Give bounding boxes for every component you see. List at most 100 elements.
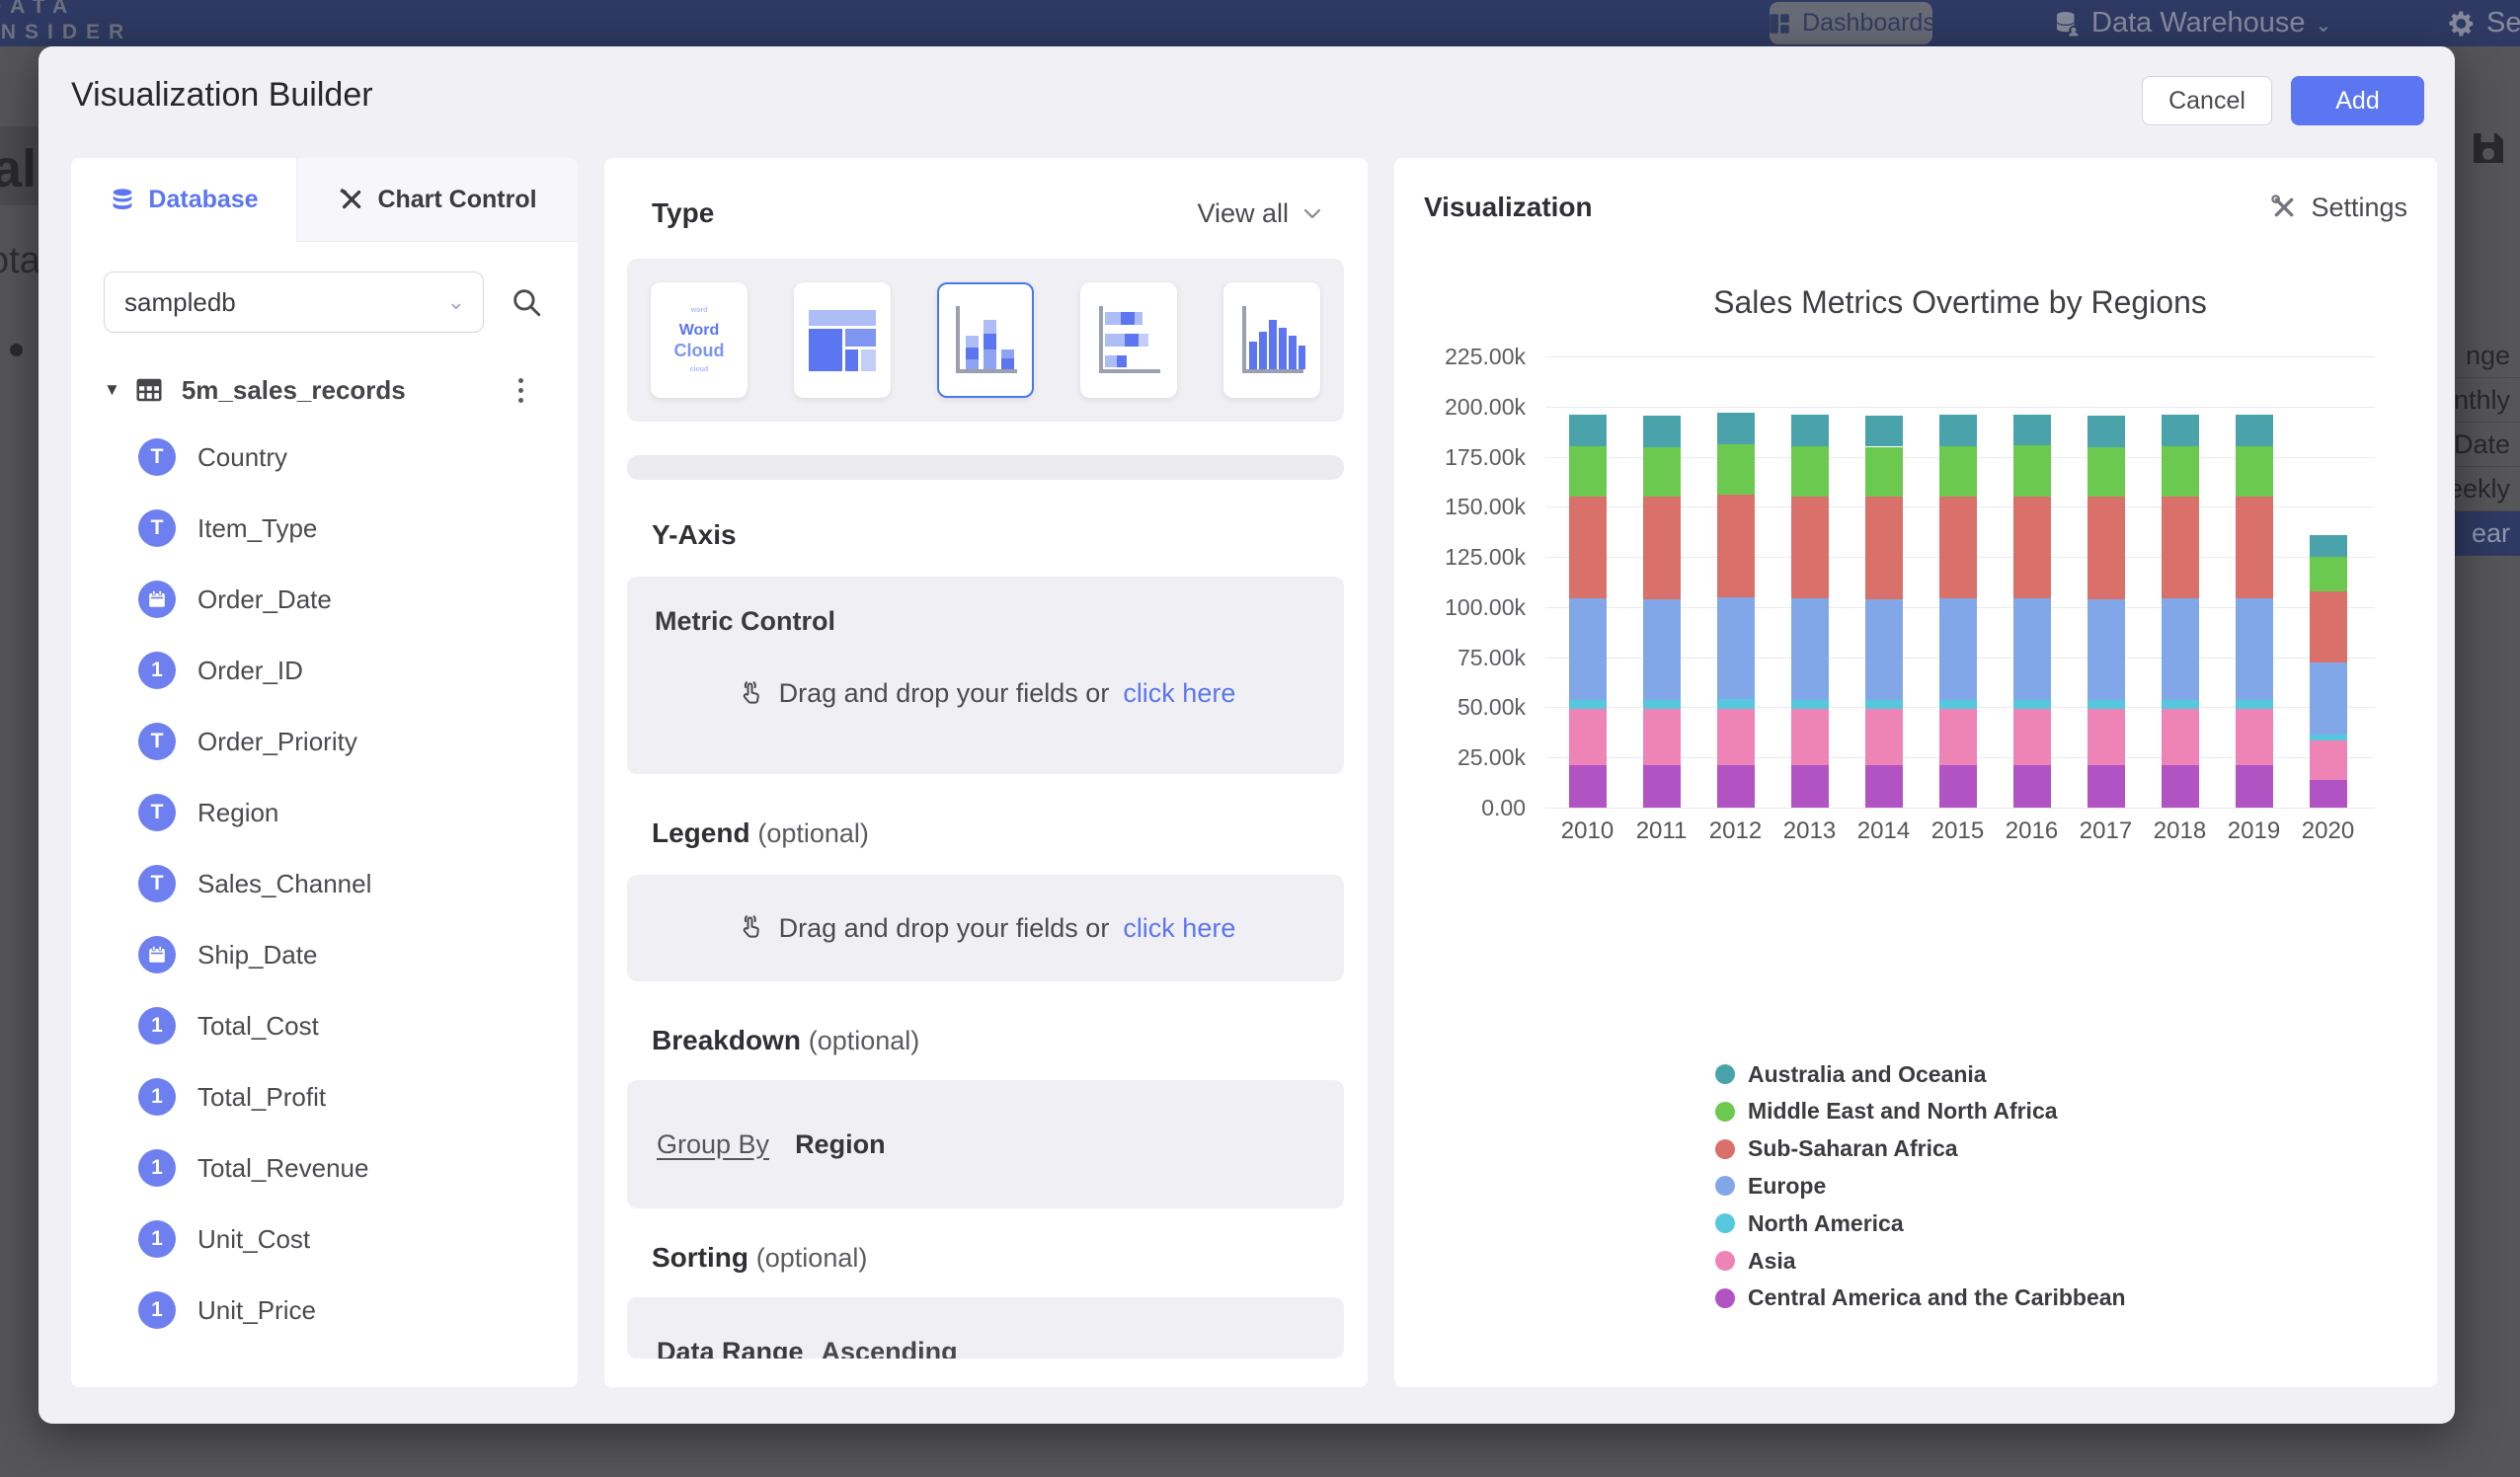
chart-type-card-column[interactable]: [1223, 282, 1320, 398]
bar-segment-2012[interactable]: [1717, 413, 1755, 444]
bar-segment-2014[interactable]: [1865, 765, 1903, 808]
bar-segment-2013[interactable]: [1791, 709, 1829, 765]
tab-chart-control[interactable]: Chart Control: [296, 158, 578, 242]
bar-segment-2015[interactable]: [1939, 446, 1977, 497]
field-row-total_profit[interactable]: 1Total_Profit: [71, 1061, 578, 1132]
bar-segment-2017[interactable]: [2087, 447, 2125, 498]
bar-segment-2011[interactable]: [1643, 416, 1681, 446]
bar-segment-2016[interactable]: [2013, 445, 2051, 496]
field-row-unit_price[interactable]: 1Unit_Price: [71, 1275, 578, 1346]
breakdown-dropzone[interactable]: Group By Region: [627, 1080, 1344, 1208]
bar-segment-2017[interactable]: [2087, 700, 2125, 709]
bar-segment-2019[interactable]: [2236, 497, 2273, 598]
bar-segment-2016[interactable]: [2013, 765, 2051, 808]
bar-segment-2020[interactable]: [2310, 662, 2347, 735]
add-button[interactable]: Add: [2291, 76, 2424, 125]
bar-segment-2018[interactable]: [2162, 700, 2199, 709]
bar-segment-2014[interactable]: [1865, 709, 1903, 765]
bar-segment-2011[interactable]: [1643, 599, 1681, 700]
bar-segment-2018[interactable]: [2162, 765, 2199, 808]
field-row-region[interactable]: TRegion: [71, 777, 578, 848]
bar-segment-2020[interactable]: [2310, 557, 2347, 591]
bar-segment-2018[interactable]: [2162, 598, 2199, 699]
bar-segment-2018[interactable]: [2162, 415, 2199, 446]
bar-segment-2010[interactable]: [1569, 598, 1607, 699]
bar-segment-2011[interactable]: [1643, 709, 1681, 765]
legend-item[interactable]: North America: [1715, 1210, 1904, 1236]
legend-item[interactable]: Asia: [1715, 1248, 1796, 1274]
bar-segment-2018[interactable]: [2162, 446, 2199, 497]
bar-segment-2013[interactable]: [1791, 415, 1829, 446]
bar-segment-2017[interactable]: [2087, 709, 2125, 765]
type-scrollbar-track[interactable]: [627, 455, 1344, 480]
bar-segment-2016[interactable]: [2013, 497, 2051, 599]
database-select[interactable]: sampledb ⌄: [104, 272, 484, 333]
bar-segment-2011[interactable]: [1643, 447, 1681, 498]
bar-segment-2010[interactable]: [1569, 446, 1607, 497]
bar-segment-2012[interactable]: [1717, 709, 1755, 766]
bar-segment-2014[interactable]: [1865, 416, 1903, 447]
bar-segment-2012[interactable]: [1717, 765, 1755, 808]
click-here-link[interactable]: click here: [1123, 678, 1235, 709]
bar-segment-2016[interactable]: [2013, 709, 2051, 765]
bar-segment-2020[interactable]: [2310, 740, 2347, 780]
bar-segment-2018[interactable]: [2162, 709, 2199, 765]
bar-segment-2015[interactable]: [1939, 415, 1977, 446]
field-row-item_type[interactable]: TItem_Type: [71, 493, 578, 564]
bar-segment-2010[interactable]: [1569, 765, 1607, 808]
bar-segment-2019[interactable]: [2236, 709, 2273, 765]
field-row-order_date[interactable]: Order_Date: [71, 564, 578, 635]
table-tree-row[interactable]: ▼ 5m_sales_records: [104, 372, 545, 408]
nav-settings[interactable]: Settings: [2447, 0, 2520, 46]
bar-segment-2017[interactable]: [2087, 599, 2125, 700]
bar-segment-2018[interactable]: [2162, 497, 2199, 598]
group-by-link[interactable]: Group By: [657, 1129, 769, 1160]
chart-type-card-treemap[interactable]: [794, 282, 891, 398]
click-here-link[interactable]: click here: [1123, 913, 1235, 944]
bar-segment-2012[interactable]: [1717, 444, 1755, 495]
bar-segment-2011[interactable]: [1643, 700, 1681, 709]
bar-segment-2012[interactable]: [1717, 699, 1755, 708]
legend-dropzone[interactable]: Drag and drop your fields or click here: [627, 875, 1344, 981]
bar-segment-2020[interactable]: [2310, 780, 2347, 808]
bar-segment-2019[interactable]: [2236, 598, 2273, 699]
bar-segment-2017[interactable]: [2087, 416, 2125, 447]
bar-segment-2014[interactable]: [1865, 599, 1903, 700]
bar-segment-2011[interactable]: [1643, 497, 1681, 598]
chart-type-card-stacked-bar[interactable]: [1080, 282, 1177, 398]
kebab-menu-icon[interactable]: [518, 378, 523, 403]
bar-segment-2012[interactable]: [1717, 597, 1755, 699]
field-row-total_cost[interactable]: 1Total_Cost: [71, 990, 578, 1061]
bar-segment-2015[interactable]: [1939, 709, 1977, 765]
bar-segment-2017[interactable]: [2087, 765, 2125, 808]
bar-segment-2010[interactable]: [1569, 415, 1607, 446]
chart-type-card-stacked-column-selected[interactable]: [937, 282, 1034, 398]
sorting-dropzone[interactable]: Data Range Ascending: [627, 1297, 1344, 1359]
bar-segment-2020[interactable]: [2310, 535, 2347, 557]
bar-segment-2016[interactable]: [2013, 415, 2051, 446]
tab-database[interactable]: Database: [71, 158, 296, 242]
field-row-ship_date[interactable]: Ship_Date: [71, 919, 578, 990]
bar-segment-2015[interactable]: [1939, 497, 1977, 598]
cancel-button[interactable]: Cancel: [2142, 76, 2272, 125]
bar-segment-2014[interactable]: [1865, 497, 1903, 598]
bar-segment-2020[interactable]: [2310, 591, 2347, 661]
bar-segment-2013[interactable]: [1791, 598, 1829, 699]
bar-segment-2013[interactable]: [1791, 700, 1829, 709]
field-row-order_priority[interactable]: TOrder_Priority: [71, 706, 578, 777]
bar-segment-2011[interactable]: [1643, 765, 1681, 808]
field-row-order_id[interactable]: 1Order_ID: [71, 635, 578, 706]
bar-segment-2020[interactable]: [2310, 735, 2347, 740]
bar-segment-2015[interactable]: [1939, 765, 1977, 808]
bar-segment-2010[interactable]: [1569, 709, 1607, 765]
nav-dashboards[interactable]: Dashboards: [1770, 2, 1932, 44]
bar-segment-2019[interactable]: [2236, 415, 2273, 446]
bar-segment-2013[interactable]: [1791, 446, 1829, 497]
legend-item[interactable]: Central America and the Caribbean: [1715, 1285, 2126, 1311]
field-row-sales_channel[interactable]: TSales_Channel: [71, 848, 578, 919]
bar-segment-2010[interactable]: [1569, 700, 1607, 709]
chart-type-card-word-cloud[interactable]: wordWordCloudcloud: [651, 282, 748, 398]
bar-segment-2010[interactable]: [1569, 497, 1607, 598]
legend-item[interactable]: Australia and Oceania: [1715, 1061, 1987, 1087]
bar-segment-2019[interactable]: [2236, 765, 2273, 808]
